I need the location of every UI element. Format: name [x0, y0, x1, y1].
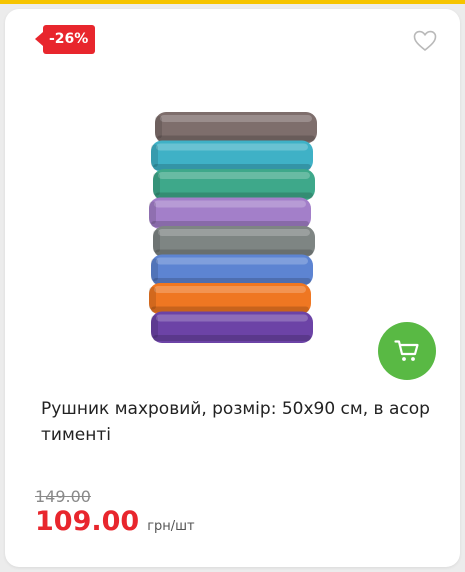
top-accent-bar	[0, 0, 465, 4]
towel-layer	[155, 112, 317, 144]
add-to-cart-button[interactable]	[378, 322, 436, 380]
towel-layer	[149, 197, 311, 229]
towel-layer	[153, 226, 315, 258]
towel-layer	[149, 283, 311, 315]
discount-badge: -26%	[34, 25, 96, 54]
towel-layer	[151, 140, 313, 172]
towel-stack-image[interactable]	[140, 106, 330, 368]
price-row: 109.00 грн/шт	[35, 506, 195, 537]
current-price: 109.00	[35, 506, 140, 537]
towel-layer	[151, 311, 313, 343]
product-title[interactable]: Рушник махровий, розмір: 50х90 см, в асо…	[41, 396, 441, 448]
cart-icon	[394, 340, 419, 361]
towel-layer	[151, 254, 313, 286]
heart-outline-icon[interactable]	[413, 30, 437, 52]
price-unit: грн/шт	[147, 519, 195, 534]
old-price: 149.00	[35, 487, 91, 506]
towel-layer	[153, 169, 315, 201]
